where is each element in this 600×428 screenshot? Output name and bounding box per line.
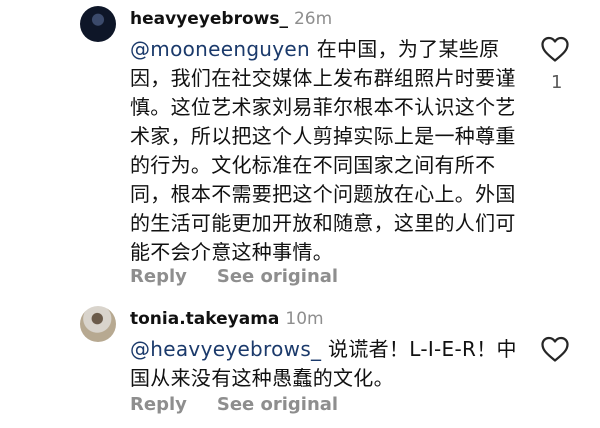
reply-button[interactable]: Reply bbox=[130, 394, 187, 415]
heart-outline-icon[interactable] bbox=[540, 335, 570, 363]
username[interactable]: heavyeyebrows_ bbox=[130, 9, 288, 29]
heart-outline-icon[interactable] bbox=[540, 35, 570, 63]
timestamp: 10m bbox=[285, 309, 324, 329]
timestamp: 26m bbox=[293, 9, 333, 29]
comment-item: heavyeyebrows_ 26m @mooneenguyen 在中国，为了某些… bbox=[0, 0, 600, 300]
comment-body: 在中国，为了某些原因，我们在社交媒体上发布群组照片时要谨慎。这位艺术家刘易菲尔根… bbox=[130, 37, 516, 264]
comment-header: tonia.takeyama 10m bbox=[130, 308, 324, 330]
avatar[interactable] bbox=[80, 6, 116, 42]
comment-text: @heavyeyebrows_ 说谎者！L-I-E-R！中国从来没有这种愚蠢的文… bbox=[130, 335, 520, 393]
comment-actions: Reply See original bbox=[130, 266, 338, 288]
comment-item: tonia.takeyama 10m @heavyeyebrows_ 说谎者！L-… bbox=[0, 300, 600, 428]
reply-button[interactable]: Reply bbox=[130, 266, 187, 287]
like-count[interactable]: 1 bbox=[551, 72, 562, 93]
mention-link[interactable]: @heavyeyebrows_ bbox=[130, 337, 321, 361]
comment-text: @mooneenguyen 在中国，为了某些原因，我们在社交媒体上发布群组照片时… bbox=[130, 35, 520, 267]
comment-actions: Reply See original bbox=[130, 394, 338, 416]
see-original-button[interactable]: See original bbox=[217, 266, 338, 287]
mention-link[interactable]: @mooneenguyen bbox=[130, 37, 310, 61]
avatar[interactable] bbox=[80, 306, 116, 342]
comment-header: heavyeyebrows_ 26m bbox=[130, 8, 332, 30]
see-original-button[interactable]: See original bbox=[217, 394, 338, 415]
username[interactable]: tonia.takeyama bbox=[130, 309, 279, 329]
